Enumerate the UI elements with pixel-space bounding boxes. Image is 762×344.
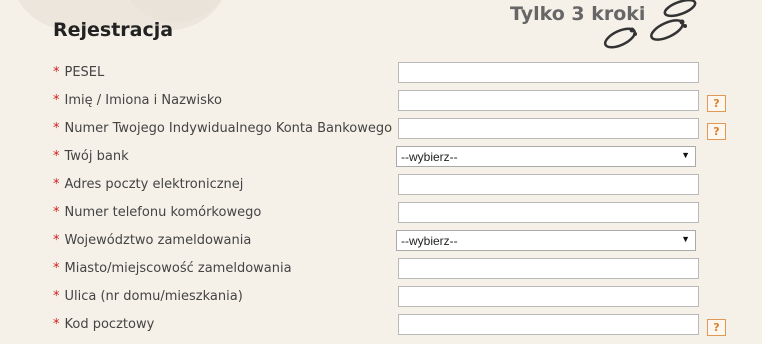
- phone-input[interactable]: [398, 202, 699, 223]
- field-label-text: Ulica (nr domu/mieszkania): [64, 289, 243, 304]
- field-label: * Numer Twojego Indywidualnego Konta Bank…: [53, 121, 392, 136]
- required-mark: *: [53, 205, 60, 220]
- postal-code-input[interactable]: [398, 314, 699, 335]
- field-label-text: PESEL: [64, 65, 105, 80]
- form-row-name: * Imię / Imiona i Nazwisko ?: [0, 86, 762, 114]
- form-row-street: * Ulica (nr domu/mieszkania): [0, 282, 762, 310]
- form-row-bank-account: * Numer Twojego Indywidualnego Konta Bank…: [0, 114, 762, 142]
- required-mark: *: [53, 317, 60, 332]
- field-label-text: Adres poczty elektronicznej: [64, 177, 244, 192]
- field-label-text: Kod pocztowy: [64, 317, 155, 332]
- field-label: * Ulica (nr domu/mieszkania): [53, 289, 243, 304]
- field-label: * Kod pocztowy: [53, 317, 154, 332]
- field-label: * Adres poczty elektronicznej: [53, 177, 243, 192]
- triangle-down-icon: ▼: [681, 234, 690, 244]
- form-row-email: * Adres poczty elektronicznej: [0, 170, 762, 198]
- required-mark: *: [53, 121, 60, 136]
- select-value: --wybierz--: [401, 150, 458, 164]
- bank-select[interactable]: --wybierz-- ▼: [396, 146, 696, 167]
- street-input[interactable]: [398, 286, 699, 307]
- bank-account-input[interactable]: [398, 118, 699, 139]
- triangle-down-icon: ▼: [681, 150, 690, 160]
- field-label-text: Numer telefonu komórkowego: [64, 205, 262, 220]
- question-mark-icon[interactable]: ?: [707, 95, 726, 112]
- form-row-bank: * Twój bank --wybierz-- ▼: [0, 142, 762, 170]
- form-row-phone: * Numer telefonu komórkowego: [0, 198, 762, 226]
- required-mark: *: [53, 289, 60, 304]
- field-label: * Województwo zameldowania: [53, 233, 251, 248]
- footprints-icon: [603, 0, 697, 49]
- required-mark: *: [53, 93, 60, 108]
- field-label: * Numer telefonu komórkowego: [53, 205, 261, 220]
- form-row-province: * Województwo zameldowania --wybierz-- ▼: [0, 226, 762, 254]
- field-label-text: Numer Twojego Indywidualnego Konta Banko…: [64, 121, 393, 136]
- form-row-pesel: * PESEL: [0, 58, 762, 86]
- question-mark-icon[interactable]: ?: [707, 319, 726, 336]
- field-label: * Twój bank: [53, 149, 129, 164]
- province-select[interactable]: --wybierz-- ▼: [396, 230, 696, 251]
- required-mark: *: [53, 261, 60, 276]
- field-label: * PESEL: [53, 65, 104, 80]
- required-mark: *: [53, 149, 60, 164]
- page-title: Rejestracja: [53, 19, 174, 41]
- question-mark-icon[interactable]: ?: [707, 123, 726, 140]
- select-value: --wybierz--: [401, 234, 458, 248]
- field-label-text: Imię / Imiona i Nazwisko: [64, 93, 222, 108]
- full-name-input[interactable]: [398, 90, 699, 111]
- pesel-input[interactable]: [398, 62, 699, 83]
- field-label: * Imię / Imiona i Nazwisko: [53, 93, 222, 108]
- field-label-text: Województwo zameldowania: [64, 233, 252, 248]
- form-row-postal-code: * Kod pocztowy ?: [0, 310, 762, 338]
- required-mark: *: [53, 177, 60, 192]
- email-input[interactable]: [398, 174, 699, 195]
- field-label-text: Twój bank: [64, 149, 129, 164]
- city-input[interactable]: [398, 258, 699, 279]
- required-mark: *: [53, 233, 60, 248]
- required-mark: *: [53, 65, 60, 80]
- form-row-city: * Miasto/miejscowość zameldowania: [0, 254, 762, 282]
- field-label-text: Miasto/miejscowość zameldowania: [64, 261, 292, 276]
- field-label: * Miasto/miejscowość zameldowania: [53, 261, 292, 276]
